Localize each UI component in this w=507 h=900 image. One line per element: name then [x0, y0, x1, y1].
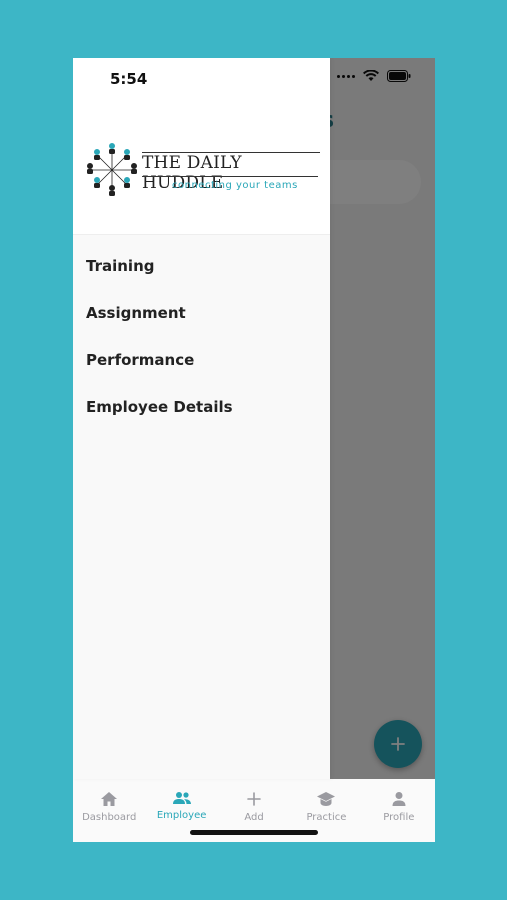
phone-screen: s Dashboard Employee	[73, 58, 435, 842]
home-indicator	[190, 830, 318, 835]
daily-huddle-logo: THE DAILY HUDDLE connecting your teams	[86, 142, 320, 198]
menu-item-training[interactable]: Training	[86, 256, 233, 303]
nav-label: Dashboard	[82, 812, 137, 823]
person-icon	[392, 792, 406, 806]
nav-dashboard[interactable]: Dashboard	[73, 779, 145, 842]
nav-label: Add	[244, 812, 264, 823]
team-circle-logo-icon	[87, 143, 137, 196]
plus-icon	[247, 792, 261, 806]
graduation-cap-icon	[317, 792, 336, 806]
brand-divider	[142, 176, 318, 177]
menu-item-assignment[interactable]: Assignment	[86, 303, 233, 350]
menu-item-employee-details[interactable]: Employee Details	[86, 397, 233, 444]
brand-tagline: connecting your teams	[172, 180, 298, 191]
status-time: 5:54	[110, 70, 148, 88]
home-icon	[101, 792, 118, 806]
people-icon	[172, 792, 191, 804]
drawer-header: 5:54 THE DAILY HUDDLE connecting your te…	[73, 58, 330, 235]
nav-label: Profile	[383, 812, 415, 823]
nav-drawer: 5:54 THE DAILY HUDDLE connecting your te…	[73, 58, 330, 779]
nav-label: Employee	[156, 810, 207, 821]
drawer-menu: Training Assignment Performance Employee…	[86, 256, 233, 444]
nav-label: Practice	[306, 812, 347, 823]
nav-profile[interactable]: Profile	[363, 779, 435, 842]
menu-item-performance[interactable]: Performance	[86, 350, 233, 397]
